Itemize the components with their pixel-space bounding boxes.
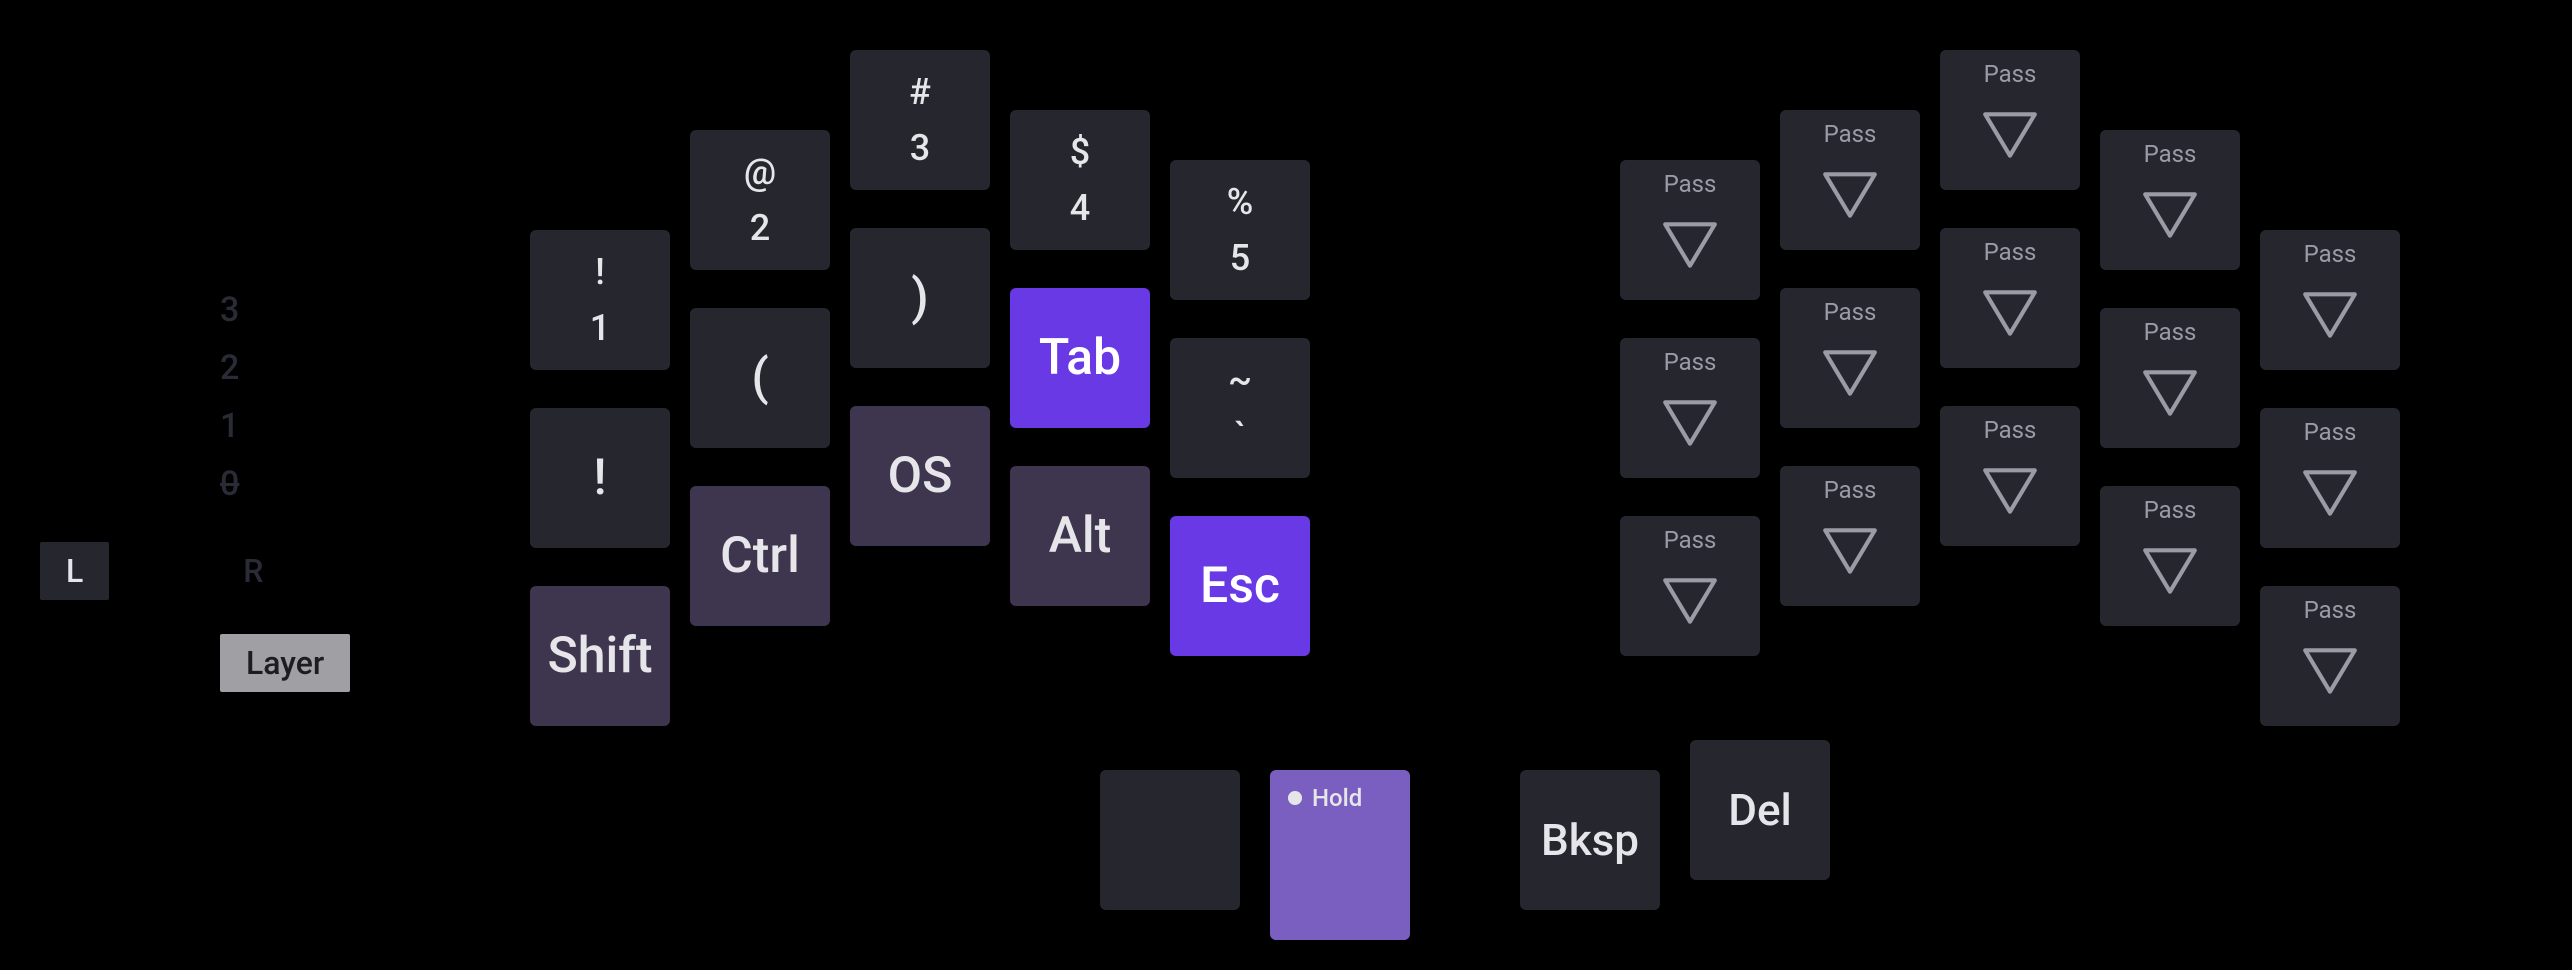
key-bot: 4 [1070, 190, 1090, 226]
key-pass[interactable]: Pass [2100, 308, 2240, 448]
key-bot: 2 [750, 210, 770, 246]
triangle-down-icon [1659, 574, 1721, 628]
key-label: ( [751, 349, 768, 407]
key-pass[interactable]: Pass [1940, 228, 2080, 368]
layer-0[interactable]: 0 [220, 464, 239, 504]
key-5[interactable]: % 5 [1170, 160, 1310, 300]
key-bot: 1 [590, 310, 610, 346]
key-label: ) [911, 269, 928, 327]
key-top: ! [595, 254, 605, 290]
triangle-down-icon [2299, 288, 2361, 342]
triangle-down-icon [1819, 168, 1881, 222]
pass-label: Pass [2100, 318, 2240, 346]
thumb-bksp[interactable]: Bksp [1520, 770, 1660, 910]
key-2[interactable]: @ 2 [690, 130, 830, 270]
pass-label: Pass [2100, 496, 2240, 524]
key-bang[interactable]: ! [530, 408, 670, 548]
key-top: $ [1070, 134, 1090, 170]
key-label: Esc [1200, 557, 1280, 615]
triangle-down-icon [1979, 464, 2041, 518]
key-label: Tab [1039, 329, 1121, 387]
thumb-hold[interactable]: Hold [1270, 770, 1410, 940]
key-lparen[interactable]: ( [690, 308, 830, 448]
right-label[interactable]: R [243, 552, 263, 590]
key-pass[interactable]: Pass [1780, 288, 1920, 428]
triangle-down-icon [1979, 286, 2041, 340]
pass-label: Pass [1780, 476, 1920, 504]
key-label: ! [593, 449, 606, 507]
hold-indicator: Hold [1288, 784, 1362, 812]
left-chip[interactable]: L [40, 542, 109, 600]
key-pass[interactable]: Pass [2100, 486, 2240, 626]
triangle-down-icon [1659, 218, 1721, 272]
triangle-down-icon [2299, 466, 2361, 520]
pass-label: Pass [1620, 348, 1760, 376]
hold-label: Hold [1312, 784, 1362, 812]
pass-label: Pass [1620, 526, 1760, 554]
key-ctrl[interactable]: Ctrl [690, 486, 830, 626]
key-pass[interactable]: Pass [1780, 466, 1920, 606]
key-label: Shift [547, 627, 652, 685]
key-label: Del [1728, 784, 1792, 836]
dot-icon [1288, 791, 1302, 805]
key-tilde[interactable]: ~ ` [1170, 338, 1310, 478]
key-bot: ` [1234, 418, 1246, 454]
pass-label: Pass [1780, 298, 1920, 326]
key-pass[interactable]: Pass [2260, 230, 2400, 370]
layer-2[interactable]: 2 [220, 348, 239, 388]
thumb-blank[interactable] [1100, 770, 1240, 910]
key-top: % [1227, 184, 1254, 220]
triangle-down-icon [2139, 544, 2201, 598]
key-pass[interactable]: Pass [2100, 130, 2240, 270]
key-3[interactable]: # 3 [850, 50, 990, 190]
layer-3[interactable]: 3 [220, 290, 239, 330]
key-4[interactable]: $ 4 [1010, 110, 1150, 250]
key-pass[interactable]: Pass [1620, 160, 1760, 300]
layer-numbers: 3 2 1 0 [220, 290, 239, 504]
triangle-down-icon [1659, 396, 1721, 450]
key-bot: 3 [910, 130, 930, 166]
thumb-del[interactable]: Del [1690, 740, 1830, 880]
pass-label: Pass [1780, 120, 1920, 148]
key-label: Bksp [1541, 814, 1639, 866]
key-pass[interactable]: Pass [1940, 406, 2080, 546]
key-esc[interactable]: Esc [1170, 516, 1310, 656]
key-rparen[interactable]: ) [850, 228, 990, 368]
pass-label: Pass [1940, 416, 2080, 444]
key-top: ~ [1228, 362, 1252, 398]
key-pass[interactable]: Pass [1780, 110, 1920, 250]
triangle-down-icon [2139, 188, 2201, 242]
key-tab[interactable]: Tab [1010, 288, 1150, 428]
key-alt[interactable]: Alt [1010, 466, 1150, 606]
key-bot: 5 [1230, 240, 1250, 276]
key-shift[interactable]: Shift [530, 586, 670, 726]
key-pass[interactable]: Pass [2260, 586, 2400, 726]
pass-label: Pass [2100, 140, 2240, 168]
triangle-down-icon [1979, 108, 2041, 162]
layer-1[interactable]: 1 [220, 406, 239, 446]
key-pass[interactable]: Pass [1940, 50, 2080, 190]
pass-label: Pass [1940, 60, 2080, 88]
layer-chip[interactable]: Layer [220, 634, 350, 692]
key-top: @ [744, 154, 776, 190]
lr-row: L R [40, 542, 263, 600]
pass-label: Pass [2260, 418, 2400, 446]
triangle-down-icon [1819, 346, 1881, 400]
key-label: Alt [1049, 507, 1112, 565]
key-pass[interactable]: Pass [1620, 338, 1760, 478]
key-pass[interactable]: Pass [1620, 516, 1760, 656]
triangle-down-icon [2299, 644, 2361, 698]
key-label: OS [888, 447, 953, 505]
key-1[interactable]: ! 1 [530, 230, 670, 370]
triangle-down-icon [2139, 366, 2201, 420]
key-label: Ctrl [720, 527, 800, 585]
key-os[interactable]: OS [850, 406, 990, 546]
pass-label: Pass [1620, 170, 1760, 198]
pass-label: Pass [2260, 596, 2400, 624]
pass-label: Pass [1940, 238, 2080, 266]
key-pass[interactable]: Pass [2260, 408, 2400, 548]
pass-label: Pass [2260, 240, 2400, 268]
key-top: # [909, 74, 931, 110]
triangle-down-icon [1819, 524, 1881, 578]
